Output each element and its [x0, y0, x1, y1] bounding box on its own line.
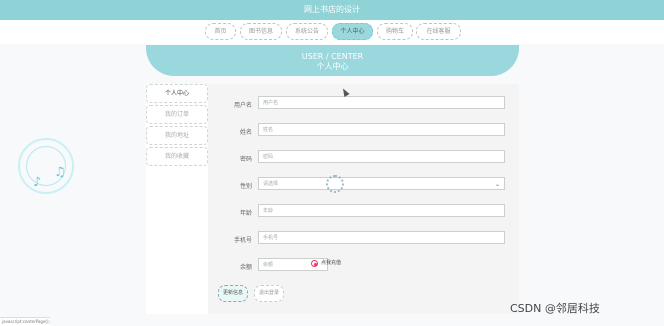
sidebar-item-favorites[interactable]: 我的收藏	[146, 147, 208, 166]
nav-service[interactable]: 在线客服	[416, 23, 461, 40]
phone-input[interactable]: 手机号	[258, 231, 505, 244]
name-label: 姓名	[239, 129, 252, 136]
password-input[interactable]: 密码	[258, 150, 505, 163]
logout-button[interactable]: 退出登录	[254, 285, 284, 302]
loading-spinner-icon	[326, 175, 344, 193]
nav-home[interactable]: 首页	[205, 23, 236, 40]
csdn-watermark: CSDN @邻居科技	[510, 302, 600, 315]
nav-books[interactable]: 图书信息	[240, 23, 282, 40]
gender-select[interactable]: 请选择 ⌄	[258, 177, 505, 190]
gender-label: 性别	[239, 183, 252, 190]
profile-sidebar: 个人中心 我的订单 我的地址 我的收藏	[146, 84, 208, 168]
sidebar-item-orders[interactable]: 我的订单	[146, 105, 208, 124]
music-player-widget[interactable]: ♪ ♫	[18, 138, 74, 194]
nav-cart[interactable]: 购物车	[377, 23, 413, 40]
username-label: 用户名	[233, 102, 252, 109]
username-input[interactable]: 用户名	[258, 96, 505, 109]
site-title: 网上书店的设计	[304, 5, 360, 14]
update-info-button[interactable]: 更新信息	[218, 285, 248, 302]
phone-label: 手机号	[233, 237, 252, 244]
header-chinese: 个人中心	[316, 62, 349, 71]
radio-selected-icon	[311, 260, 318, 267]
password-label: 密码	[239, 156, 252, 163]
music-note-icon: ♫	[54, 165, 66, 180]
top-title-bar: 网上书店的设计	[0, 0, 664, 20]
nav-profile[interactable]: 个人中心	[332, 23, 373, 40]
recharge-option[interactable]: 点我充值	[311, 259, 356, 271]
music-note-icon: ♪	[33, 175, 42, 190]
sidebar-item-profile[interactable]: 个人中心	[146, 84, 208, 103]
main-navigation: 首页 图书信息 系统公告 个人中心 购物车 在线客服	[0, 20, 664, 44]
nav-notice[interactable]: 系统公告	[286, 23, 328, 40]
name-input[interactable]: 姓名	[258, 123, 505, 136]
gender-value: 请选择	[263, 181, 279, 187]
age-input[interactable]: 年龄	[258, 204, 505, 217]
recharge-label: 点我充值	[321, 260, 342, 266]
chevron-down-icon: ⌄	[494, 181, 500, 188]
status-bar: javascript:centerPage();	[0, 317, 50, 326]
profile-form: 用户名 用户名 姓名 姓名 密码 密码 性别 请选择 ⌄ 年龄 年龄 手机号 手…	[208, 84, 519, 314]
sidebar-item-address[interactable]: 我的地址	[146, 126, 208, 145]
balance-label: 余额	[239, 264, 252, 271]
age-label: 年龄	[239, 210, 252, 217]
header-english: USER / CENTER	[301, 52, 364, 61]
user-center-header: USER / CENTER 个人中心	[146, 45, 519, 76]
